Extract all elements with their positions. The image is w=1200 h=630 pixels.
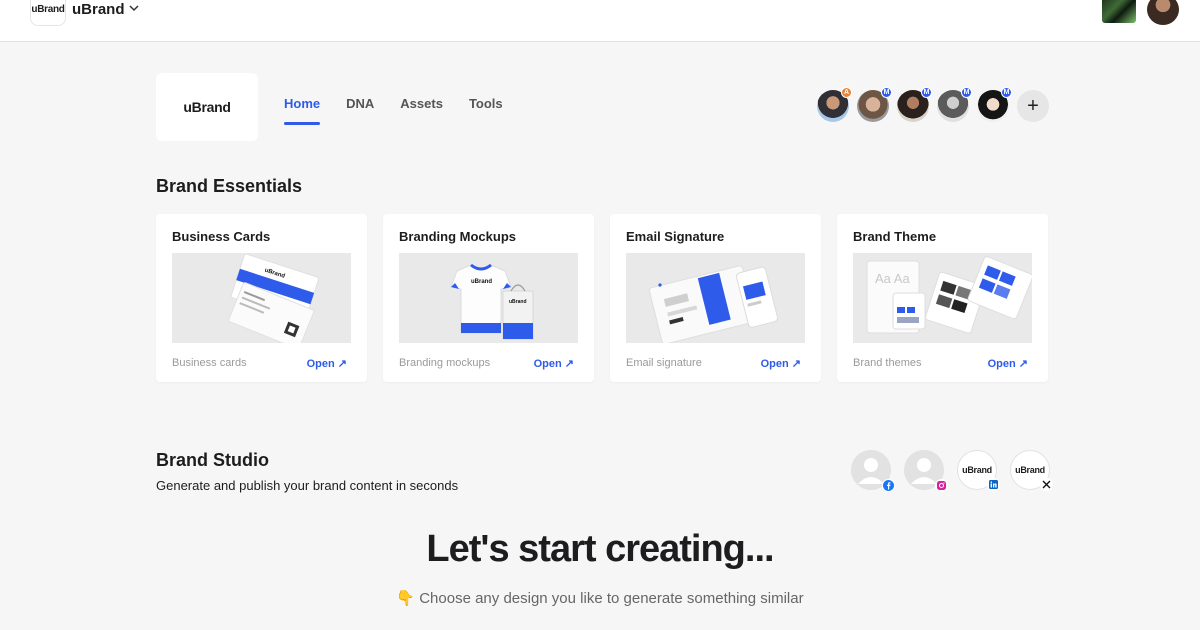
instagram-account[interactable] [904,450,948,492]
tab-assets[interactable]: Assets [400,96,443,125]
branding-mockups-illustration: uBrand uBrand [399,253,578,343]
open-link[interactable]: Open ↗ [761,357,801,370]
member-avatar[interactable]: A [817,87,852,122]
open-link[interactable]: Open ↗ [534,357,574,370]
add-member-button[interactable]: + [1017,90,1049,122]
hero-subline: 👇 Choose any design you like to generate… [396,590,804,607]
essentials-cards: Business Cards uBrand Business cards Ope… [156,214,1048,382]
social-accounts: uBrand uBrand [851,450,1053,492]
instagram-icon [935,479,948,492]
role-badge: M [881,87,892,98]
member-avatar[interactable]: M [937,87,972,122]
x-account[interactable]: uBrand [1010,450,1053,491]
open-link[interactable]: Open ↗ [307,357,347,370]
business-cards-illustration: uBrand [172,253,351,343]
tab-tools[interactable]: Tools [469,96,503,125]
x-icon [1040,478,1053,491]
card-title: Email Signature [626,229,725,244]
team-members: A M M M M + [817,87,1049,122]
brand-logo-card[interactable]: uBrand [156,73,258,141]
facebook-icon [882,479,895,492]
card-title: Brand Theme [853,229,937,244]
role-badge: M [1001,87,1012,98]
account-logo: uBrand [962,465,992,475]
brand-essentials-title: Brand Essentials [156,176,303,196]
svg-text:uBrand: uBrand [471,279,492,285]
hero-headline: Let's start creating... [426,528,774,570]
facebook-account[interactable] [851,450,895,492]
member-avatar[interactable]: M [897,87,932,122]
main-nav: Home DNA Assets Tools [284,96,503,125]
email-signature-card[interactable]: Email Signature Email signature Open ↗ [610,214,821,382]
brand-theme-card[interactable]: Brand Theme Aa Aa Brand themes Open ↗ [837,214,1048,382]
user-avatar[interactable] [1147,0,1179,25]
business-cards-card[interactable]: Business Cards uBrand Business cards Ope… [156,214,367,382]
brand-studio-subtitle: Generate and publish your brand content … [156,478,459,493]
role-badge: M [921,87,932,98]
tab-dna[interactable]: DNA [346,96,374,125]
workspace-logo[interactable]: uBrand [30,0,66,26]
brand-studio-title: Brand Studio [156,450,269,470]
chevron-down-icon[interactable] [128,2,140,14]
card-title: Branding Mockups [399,229,517,244]
tab-home[interactable]: Home [284,96,321,125]
card-description: Email signature [626,357,702,369]
card-description: Branding mockups [399,357,491,369]
member-avatar[interactable]: M [857,87,892,122]
branding-mockups-card[interactable]: Branding Mockups uBrand uBrand Branding … [383,214,594,382]
email-signature-illustration [626,253,805,343]
svg-text:uBrand: uBrand [509,299,527,305]
card-title: Business Cards [172,229,271,244]
brand-theme-illustration: Aa Aa [853,253,1032,343]
open-link[interactable]: Open ↗ [988,357,1028,370]
linkedin-account[interactable]: uBrand [957,450,1000,491]
app-thumbnail[interactable] [1102,0,1136,23]
account-logo: uBrand [1015,465,1045,475]
role-badge: M [961,87,972,98]
linkedin-icon [987,478,1000,491]
top-bar: uBrand uBrand [0,0,1200,42]
card-description: Brand themes [853,357,922,369]
card-description: Business cards [172,357,247,369]
role-badge: A [841,87,852,98]
workspace-name[interactable]: uBrand [72,1,125,18]
svg-text:Aa Aa: Aa Aa [875,271,910,286]
member-avatar[interactable]: M [977,87,1012,122]
